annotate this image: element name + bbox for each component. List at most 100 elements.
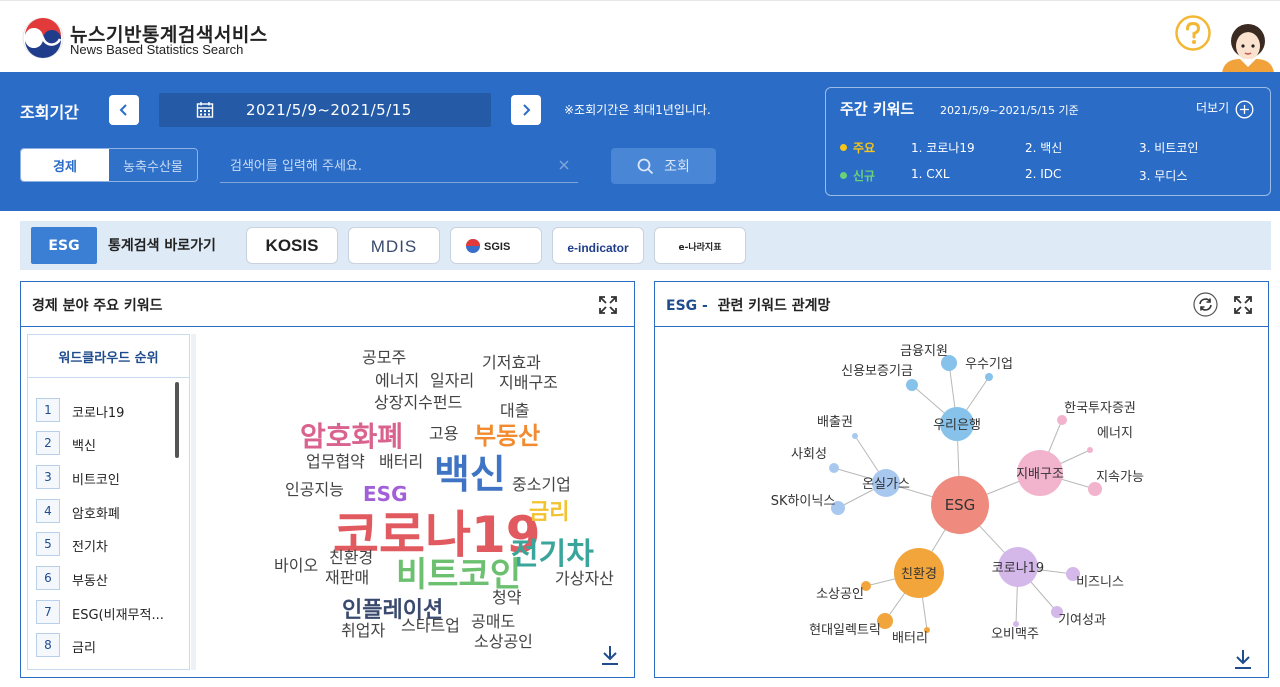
rank-label: 비트코인 [72, 473, 120, 488]
network-node-label: 온실가스 [862, 477, 910, 492]
cloud-word[interactable]: 공매도 [471, 614, 515, 630]
cloud-word[interactable]: 소상공인 [474, 634, 533, 650]
tab-economy[interactable]: 경제 [21, 149, 109, 181]
svg-text:SGIS: SGIS [484, 241, 510, 253]
network-node[interactable] [906, 379, 918, 391]
wordcloud-panel: 경제 분야 주요 키워드 워드클라우드 순위 1 코로나19 2 백신 3 비트코인 … [20, 281, 635, 678]
new-keyword-3[interactable]: 3. 무디스 [1139, 167, 1187, 184]
network-node[interactable] [1057, 415, 1067, 425]
cloud-word[interactable]: 친환경 [329, 550, 373, 566]
cloud-word[interactable]: 비트코인 [396, 558, 521, 592]
new-keywords-tag: 신규 [840, 167, 875, 184]
network-node[interactable] [1087, 447, 1093, 453]
download-icon[interactable] [1233, 648, 1253, 670]
cloud-word[interactable]: 재판매 [325, 570, 369, 586]
cloud-word[interactable]: 에너지 [375, 373, 419, 389]
e-indicator-link-button[interactable]: e-indicator [552, 227, 644, 264]
cloud-word[interactable]: 상장지수펀드 [374, 395, 462, 411]
rank-item-1[interactable]: 1 코로나19 [36, 398, 166, 422]
date-range-field[interactable]: 2021/5/9~2021/5/15 [159, 93, 491, 127]
cloud-word[interactable]: 일자리 [430, 373, 474, 389]
cloud-word[interactable]: 백신 [434, 456, 506, 495]
cloud-word[interactable]: 업무협약 [306, 454, 365, 470]
cloud-word[interactable]: 부동산 [474, 424, 540, 448]
new-keyword-1[interactable]: 1. CXL [911, 167, 950, 181]
cloud-word[interactable]: 대출 [500, 403, 529, 419]
rank-number: 1 [36, 398, 60, 422]
rank-item-4[interactable]: 4 암호화폐 [36, 499, 166, 523]
calendar-icon[interactable] [196, 101, 214, 119]
rank-item-5[interactable]: 5 전기차 [36, 532, 166, 556]
rank-label: 전기차 [72, 540, 108, 555]
expand-icon[interactable] [1233, 295, 1253, 315]
network-node[interactable] [852, 433, 858, 439]
chevron-right-icon [523, 104, 531, 116]
network-node-label: 우리은행 [933, 417, 981, 433]
kosis-link-button[interactable]: KOSIS [246, 227, 338, 264]
weekly-keywords-box: 주간 키워드 2021/5/9~2021/5/15 기준 더보기 주요 1. 코… [825, 87, 1271, 196]
svg-text:e-indicator: e-indicator [567, 241, 629, 255]
cloud-word[interactable]: 암호화폐 [300, 423, 403, 451]
period-label: 조회기간 [20, 103, 79, 122]
network-panel: ESG - 관련 키워드 관계망 ESG 우리은행 지배구조 온실가스 친환경 코로나19… [654, 281, 1269, 678]
esg-badge-button[interactable]: ESG [31, 227, 97, 264]
mdis-link-button[interactable]: MDIS [348, 227, 440, 264]
rank-item-8[interactable]: 8 금리 [36, 633, 166, 657]
e-nara-link-button[interactable]: e-나라지표 [654, 227, 746, 264]
cloud-word[interactable]: ESG [363, 484, 407, 504]
cloud-word[interactable]: 바이오 [274, 558, 318, 574]
cloud-word[interactable]: 청약 [492, 590, 521, 606]
network-node-label: ESG [945, 496, 976, 514]
network-node-label: 금융지원 [900, 344, 948, 359]
cloud-word[interactable]: 고용 [429, 426, 458, 442]
more-link[interactable]: 더보기 [1196, 99, 1229, 116]
plus-circle-icon[interactable] [1235, 100, 1254, 119]
cloud-word[interactable]: 인공지능 [285, 482, 344, 498]
cloud-word[interactable]: 공모주 [362, 350, 406, 366]
cloud-word[interactable]: 가상자산 [555, 571, 614, 587]
rank-label: 암호화폐 [72, 507, 120, 522]
rank-item-3[interactable]: 3 비트코인 [36, 465, 166, 489]
main-keyword-1[interactable]: 1. 코로나19 [911, 139, 975, 156]
cloud-word[interactable]: 지배구조 [499, 375, 558, 391]
main-keywords-tag: 주요 [840, 139, 875, 156]
shortcut-label: 통계검색 바로가기 [108, 238, 216, 254]
previous-period-button[interactable] [109, 95, 139, 125]
search-icon [637, 158, 654, 174]
clear-icon[interactable] [558, 159, 570, 171]
rank-item-7[interactable]: 7 ESG(비재무적... [36, 600, 166, 624]
tab-agriculture[interactable]: 농축수산물 [109, 149, 197, 181]
network-node[interactable] [985, 373, 993, 381]
cloud-word[interactable]: 기저효과 [482, 355, 541, 371]
help-question-icon[interactable] [1174, 14, 1212, 52]
rank-label: 부동산 [72, 574, 108, 589]
network-node[interactable] [829, 463, 839, 473]
cloud-word[interactable]: 취업자 [341, 623, 385, 639]
wordcloud-panel-title: 경제 분야 주요 키워드 [32, 298, 163, 314]
network-node-label: 코로나19 [992, 561, 1044, 576]
rank-item-6[interactable]: 6 부동산 [36, 566, 166, 590]
svg-text:KOSIS: KOSIS [266, 236, 319, 255]
next-period-button[interactable] [511, 95, 541, 125]
cloud-word[interactable]: 배터리 [379, 454, 423, 470]
download-icon[interactable] [600, 644, 620, 666]
refresh-icon[interactable] [1193, 292, 1218, 317]
sgis-logo: SGIS [466, 238, 510, 253]
main-keyword-3[interactable]: 3. 비트코인 [1139, 139, 1198, 156]
cloud-word[interactable]: 금리 [529, 502, 569, 524]
rank-number: 3 [36, 465, 60, 489]
government-emblem-logo[interactable] [22, 17, 64, 59]
rank-item-2[interactable]: 2 백신 [36, 431, 166, 455]
search-input[interactable] [230, 156, 530, 176]
site-subtitle: News Based Statistics Search [70, 42, 244, 57]
expand-icon[interactable] [598, 295, 618, 315]
new-keyword-2[interactable]: 2. IDC [1025, 167, 1061, 181]
rank-list-scrollbar[interactable] [175, 382, 179, 458]
cloud-word[interactable]: 전기차 [511, 540, 594, 570]
search-button-label: 조회 [664, 159, 690, 175]
sgis-link-button[interactable]: SGIS [450, 227, 542, 264]
cloud-word[interactable]: 중소기업 [512, 477, 571, 493]
cloud-word[interactable]: 스타트업 [401, 618, 460, 634]
main-keyword-2[interactable]: 2. 백신 [1025, 139, 1062, 156]
search-button[interactable]: 조회 [611, 148, 716, 184]
